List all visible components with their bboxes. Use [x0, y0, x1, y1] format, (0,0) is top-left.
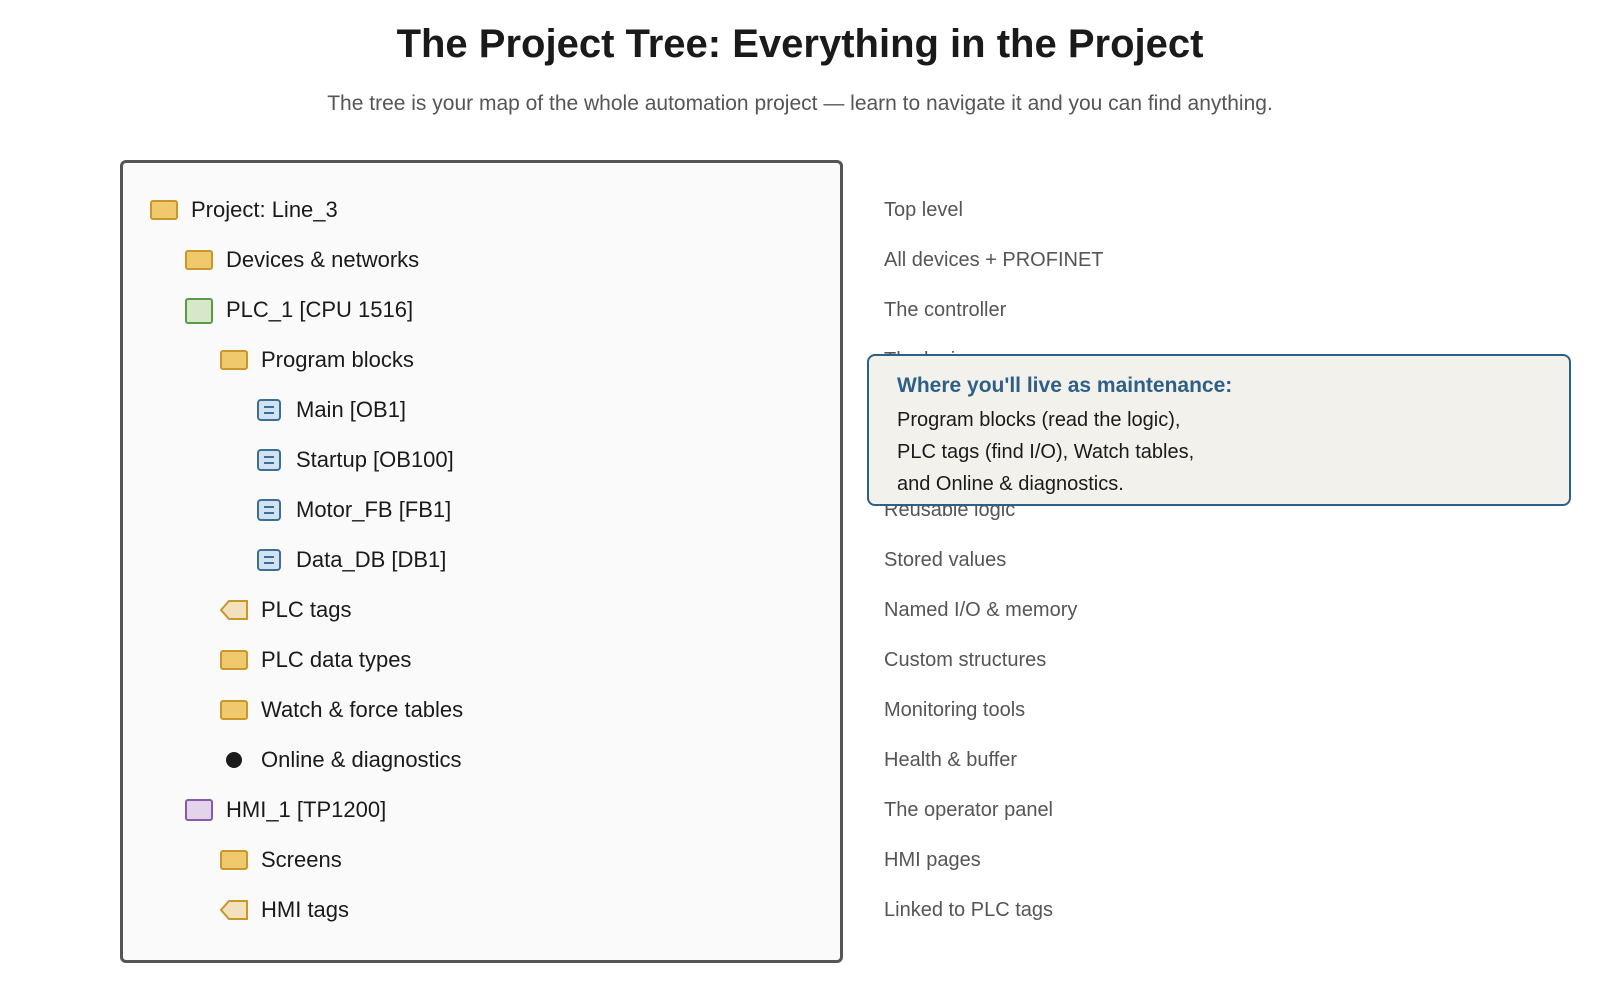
tree-item[interactable]: Startup [OB100]: [254, 435, 454, 485]
tree-item-description: Top level: [884, 199, 963, 221]
tree-item-description: The operator panel: [884, 799, 1054, 821]
folder-icon: [219, 348, 249, 372]
tree-item-description: The controller: [884, 299, 1007, 321]
tree-item[interactable]: Online & diagnostics: [219, 735, 462, 785]
tree-item[interactable]: Main [OB1]: [254, 385, 406, 435]
tree-item[interactable]: Screens: [219, 835, 342, 885]
tree-item[interactable]: Watch & force tables: [219, 685, 463, 735]
tree-item-label: PLC data types: [261, 647, 412, 672]
tree-item-label: Online & diagnostics: [261, 747, 462, 772]
status-dot-icon: [219, 748, 249, 772]
tree-item[interactable]: Devices & networks: [184, 235, 419, 285]
tree-item[interactable]: Data_DB [DB1]: [254, 535, 446, 585]
tree-item[interactable]: Project: Line_3: [149, 185, 338, 235]
tree-item[interactable]: HMI_1 [TP1200]: [184, 785, 386, 835]
tree-item-description: Linked to PLC tags: [884, 899, 1053, 921]
tree-item[interactable]: HMI tags: [219, 885, 349, 935]
block-icon: [254, 398, 284, 422]
plc-device-icon: [184, 298, 214, 324]
tag-icon: [219, 898, 249, 922]
folder-icon: [219, 648, 249, 672]
folder-icon: [219, 698, 249, 722]
tree-item-label: Main [OB1]: [296, 397, 407, 422]
project-tree-panel: Project: Line_3 Devices & networks PLC_1 […: [120, 160, 843, 963]
block-icon: [254, 448, 284, 472]
folder-icon: [149, 198, 179, 222]
block-icon: [254, 498, 284, 522]
folder-icon: [219, 848, 249, 872]
tree-item-label: Startup [OB100]: [296, 447, 454, 472]
tree-item[interactable]: Motor_FB [FB1]: [254, 485, 451, 535]
tag-icon: [219, 598, 249, 622]
tree-item[interactable]: Program blocks: [219, 335, 414, 385]
tree-item-description: All devices + PROFINET: [884, 249, 1104, 271]
block-icon: [254, 548, 284, 572]
tree-item-description: Health & buffer: [884, 749, 1018, 771]
tree-item-label: PLC_1 [CPU 1516]: [226, 297, 414, 322]
tree-item-label: Motor_FB [FB1]: [296, 497, 452, 522]
tree-item-description: Named I/O & memory: [884, 599, 1078, 621]
tree-item[interactable]: PLC tags: [219, 585, 352, 635]
tree-item-description: HMI pages: [884, 849, 981, 871]
tree-item-label: Watch & force tables: [261, 697, 464, 722]
tree-item-label: Project: Line_3: [191, 197, 338, 222]
tree-item-description: Monitoring tools: [884, 699, 1026, 721]
page-title: The Project Tree: Everything in the Proj…: [396, 22, 1204, 66]
page-subtitle: The tree is your map of the whole automa…: [327, 92, 1273, 115]
tree-item-label: Screens: [261, 847, 342, 872]
tree-item-label: PLC tags: [261, 597, 352, 622]
tree-item-description: Custom structures: [884, 649, 1047, 671]
folder-icon: [184, 248, 214, 272]
tree-item[interactable]: PLC_1 [CPU 1516]: [184, 285, 413, 335]
callout-title: Where you'll live as maintenance:: [897, 374, 1233, 397]
tree-item-label: HMI tags: [261, 897, 350, 922]
callout-line: PLC tags (find I/O), Watch tables,: [897, 441, 1195, 463]
hmi-device-icon: [184, 798, 214, 822]
callout-line: Program blocks (read the logic),: [897, 409, 1181, 431]
tree-item[interactable]: PLC data types: [219, 635, 411, 685]
maintenance-callout: Where you'll live as maintenance: Progra…: [867, 354, 1571, 506]
tree-item-label: Devices & networks: [226, 247, 420, 272]
tree-item-label: HMI_1 [TP1200]: [226, 797, 387, 822]
callout-line: and Online & diagnostics.: [897, 473, 1124, 495]
tree-item-label: Program blocks: [261, 347, 414, 372]
tree-item-label: Data_DB [DB1]: [296, 547, 447, 572]
tree-item-description: Stored values: [884, 549, 1007, 571]
